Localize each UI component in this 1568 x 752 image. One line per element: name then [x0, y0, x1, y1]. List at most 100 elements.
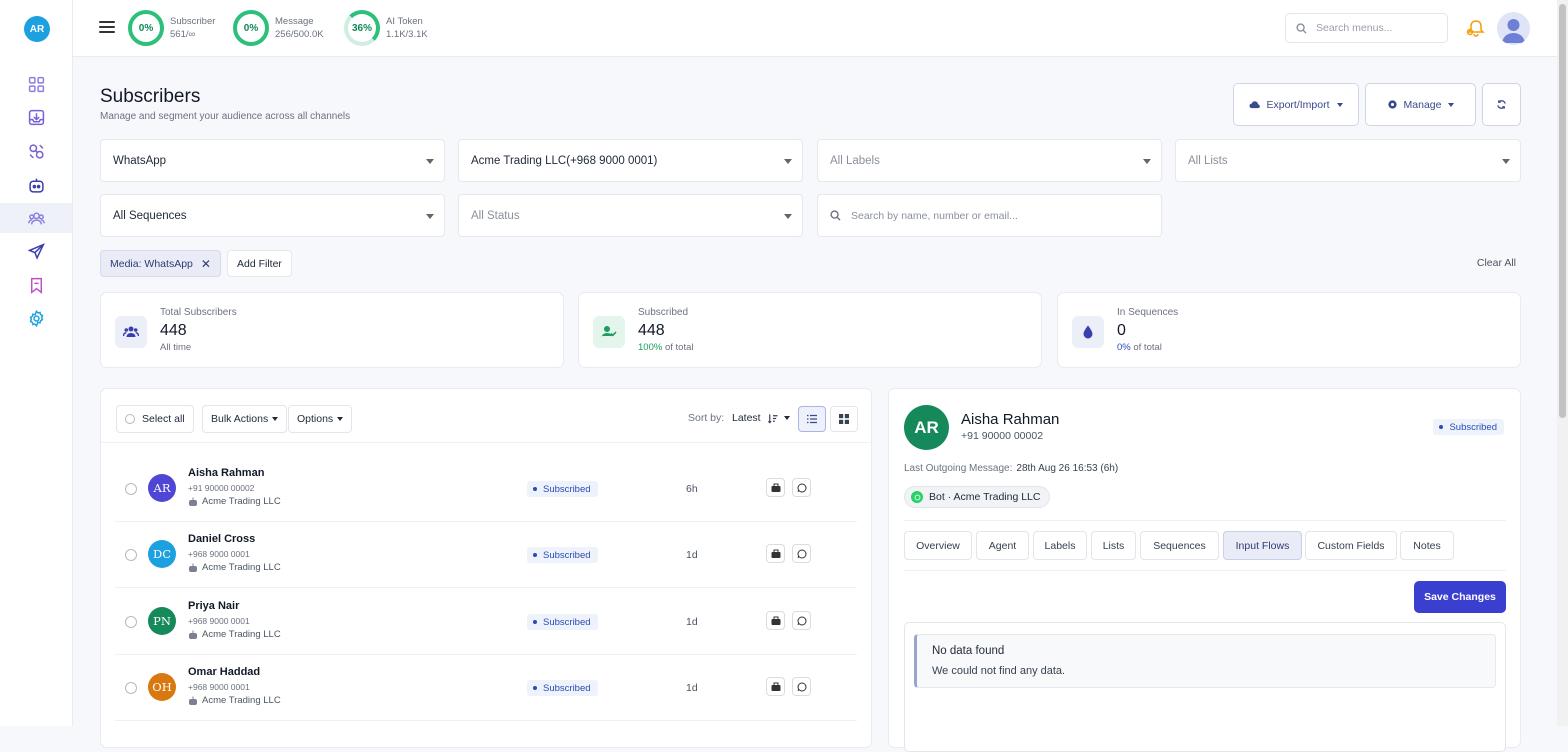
- whatsapp-button[interactable]: [792, 544, 811, 563]
- whatsapp-icon: [797, 616, 806, 625]
- bell-icon[interactable]: [1466, 18, 1488, 38]
- bot-pill: Bot · Acme Trading LLC: [904, 486, 1051, 508]
- sidebar-item-settings[interactable]: [0, 303, 72, 333]
- sidebar-item-subscribers[interactable]: [0, 203, 72, 233]
- row-checkbox[interactable]: [125, 682, 137, 694]
- avatar: OH: [148, 673, 176, 701]
- meter-label: Subscriber: [170, 16, 216, 27]
- search-icon: [830, 210, 841, 221]
- subscriber-row[interactable]: PN Priya Nair +968 9000 0001 Acme Tradin…: [115, 589, 857, 655]
- tab-agent[interactable]: Agent: [976, 531, 1029, 560]
- company-label: Acme Trading LLC: [202, 695, 281, 706]
- sidebar-item-broadcast[interactable]: [0, 236, 72, 266]
- stat-percent: 0%: [1117, 342, 1131, 353]
- last-outgoing-message: Last Outgoing Message: 28th Aug 26 16:53 …: [904, 463, 1118, 474]
- meter-ring: 36%: [344, 10, 380, 46]
- manage-button[interactable]: Manage: [1365, 83, 1476, 126]
- tab-notes[interactable]: Notes: [1400, 531, 1454, 560]
- whatsapp-icon: [911, 491, 923, 503]
- sidebar: AR: [0, 0, 73, 726]
- sidebar-logo[interactable]: AR: [24, 16, 50, 42]
- meter-value: 256/500.0K: [275, 29, 324, 40]
- tab-labels[interactable]: Labels: [1033, 531, 1087, 560]
- last-activity-time: 1d: [686, 682, 698, 694]
- inbox-icon: [28, 109, 44, 125]
- chat-button[interactable]: [766, 544, 785, 563]
- refresh-button[interactable]: [1482, 83, 1521, 126]
- status-label: Subscribed: [543, 682, 591, 694]
- sidebar-item-templates[interactable]: [0, 270, 72, 300]
- tab-lists[interactable]: Lists: [1091, 531, 1136, 560]
- detail-phone: +91 90000 00002: [961, 430, 1044, 442]
- clear-all-link[interactable]: Clear All: [1477, 257, 1516, 269]
- chat-button[interactable]: [766, 478, 785, 497]
- subscriber-company: Acme Trading LLC: [188, 496, 281, 507]
- gear-icon: [29, 309, 43, 327]
- select-all-checkbox[interactable]: Select all: [116, 405, 194, 433]
- save-changes-button[interactable]: Save Changes: [1414, 581, 1506, 613]
- whatsapp-button[interactable]: [792, 478, 811, 497]
- subscriber-name: Daniel Cross: [188, 533, 256, 545]
- bulk-actions-label: Bulk Actions: [211, 413, 269, 425]
- status-badge: Subscribed: [527, 547, 598, 563]
- meter-subscriber: 0% Subscriber 561/∞: [128, 10, 215, 46]
- options-button[interactable]: Options: [288, 405, 353, 433]
- briefcase-icon: [771, 549, 780, 558]
- account-select[interactable]: Acme Trading LLC(+968 9000 0001): [458, 139, 803, 182]
- subscriber-list: Select all Bulk Actions Options Sort by:…: [100, 388, 873, 748]
- user-avatar[interactable]: [1497, 12, 1530, 45]
- sequences-select[interactable]: All Sequences: [100, 194, 445, 237]
- subscriber-row[interactable]: AR Aisha Rahman +91 90000 00002 Acme Tra…: [115, 456, 857, 522]
- whatsapp-button[interactable]: [792, 611, 811, 630]
- bot-label: Bot · Acme Trading LLC: [929, 491, 1041, 503]
- grid-view-button[interactable]: [830, 406, 858, 432]
- account-select-value: Acme Trading LLC(+968 9000 0001): [471, 154, 658, 167]
- labels-select[interactable]: All Labels: [817, 139, 1162, 182]
- grid-icon: [839, 414, 849, 424]
- refresh-icon: [1497, 100, 1506, 109]
- company-label: Acme Trading LLC: [202, 496, 281, 507]
- sidebar-item-inbox[interactable]: [0, 102, 72, 132]
- channel-select[interactable]: WhatsApp: [100, 139, 445, 182]
- add-filter-button[interactable]: Add Filter: [227, 250, 292, 277]
- chat-button[interactable]: [766, 611, 785, 630]
- status-badge: Subscribed: [527, 481, 598, 497]
- tab-overview[interactable]: Overview: [904, 531, 972, 560]
- lists-select[interactable]: All Lists: [1175, 139, 1521, 182]
- menu-toggle-button[interactable]: [99, 19, 115, 35]
- menu-search-input[interactable]: Search menus...: [1285, 13, 1448, 43]
- briefcase-icon: [771, 616, 780, 625]
- tab-input-flows[interactable]: Input Flows: [1223, 531, 1302, 560]
- avatar: AR: [904, 405, 949, 450]
- row-checkbox[interactable]: [125, 483, 137, 495]
- list-view-button[interactable]: [798, 406, 826, 432]
- sort-select[interactable]: Latest: [732, 412, 790, 424]
- link-icon: [28, 143, 44, 159]
- bulk-actions-button[interactable]: Bulk Actions: [202, 405, 288, 433]
- subscriber-search-input[interactable]: Search by name, number or email...: [817, 194, 1162, 237]
- subscriber-row[interactable]: DC Daniel Cross +968 9000 0001 Acme Trad…: [115, 522, 857, 588]
- chat-button[interactable]: [766, 677, 785, 696]
- tab-sequences[interactable]: Sequences: [1140, 531, 1219, 560]
- close-icon[interactable]: ✕: [201, 257, 211, 271]
- subscriber-company: Acme Trading LLC: [188, 562, 281, 573]
- export-import-button[interactable]: Export/Import: [1233, 83, 1359, 126]
- meter-ring: 0%: [128, 10, 164, 46]
- row-checkbox[interactable]: [125, 549, 137, 561]
- sidebar-item-integrations[interactable]: [0, 136, 72, 166]
- tab-custom-fields[interactable]: Custom Fields: [1305, 531, 1397, 560]
- labels-select-value: All Labels: [830, 154, 880, 167]
- briefcase-icon: [771, 682, 780, 691]
- sidebar-item-bots[interactable]: [0, 170, 72, 200]
- sidebar-item-dashboard[interactable]: [0, 69, 72, 99]
- company-label: Acme Trading LLC: [202, 562, 281, 573]
- row-checkbox[interactable]: [125, 616, 137, 628]
- page-scrollbar[interactable]: [1557, 0, 1568, 726]
- robot-icon: [189, 497, 197, 506]
- status-select-value: All Status: [471, 209, 520, 222]
- meter-value: 561/∞: [170, 29, 196, 40]
- whatsapp-button[interactable]: [792, 677, 811, 696]
- subscriber-row[interactable]: OH Omar Haddad +968 9000 0001 Acme Tradi…: [115, 655, 857, 721]
- meter-value: 1.1K/3.1K: [386, 29, 428, 40]
- status-select[interactable]: All Status: [458, 194, 803, 237]
